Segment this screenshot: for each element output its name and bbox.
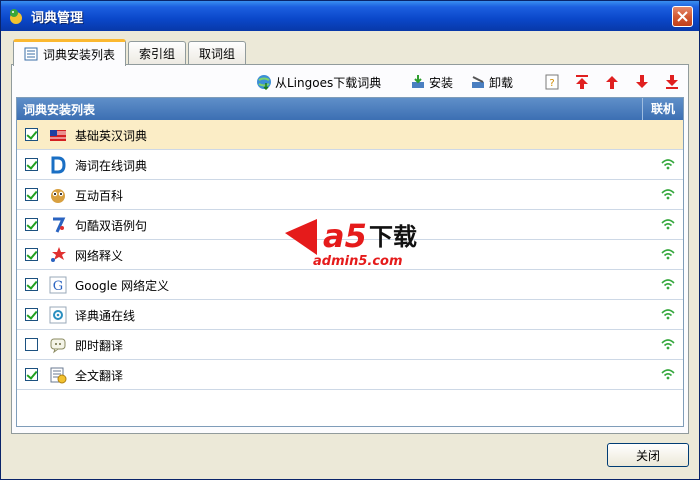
google-g-icon: G — [49, 276, 67, 294]
column-header-online[interactable]: 联机 — [641, 98, 675, 120]
list-item[interactable]: 全文翻译 — [17, 360, 683, 390]
online-icon — [661, 369, 675, 380]
list-item[interactable]: 基础英汉词典 — [17, 120, 683, 150]
dictionary-name: Google 网络定义 — [75, 279, 170, 293]
list-header: 词典安装列表 联机 — [17, 98, 683, 120]
title-bar[interactable]: 词典管理 — [1, 1, 699, 31]
chat-icon — [50, 338, 66, 354]
install-button[interactable]: 安装 — [410, 71, 453, 93]
online-icon — [661, 339, 675, 350]
dictionary-name: 网络释义 — [75, 249, 124, 263]
watermark-brand: a5 — [323, 217, 367, 255]
list-item[interactable]: 译典通在线 — [17, 300, 683, 330]
enable-checkbox[interactable] — [25, 128, 38, 141]
owl-icon — [51, 189, 65, 203]
admin5-watermark-logo: a5 下载 admin5.com — [285, 217, 417, 269]
list-item[interactable]: 即时翻译 — [17, 330, 683, 360]
online-icon — [661, 159, 675, 170]
online-icon — [661, 279, 675, 290]
window-title: 词典管理 — [31, 10, 84, 26]
tab-label: 取词组 — [199, 47, 236, 61]
uninstall-icon — [472, 76, 484, 88]
enable-checkbox[interactable] — [25, 278, 38, 291]
svg-text:?: ? — [549, 78, 554, 89]
list-item[interactable]: 海词在线词典 — [17, 150, 683, 180]
dictionary-name: 即时翻译 — [75, 339, 124, 353]
dr-eye-icon — [49, 306, 67, 324]
watermark-site: admin5.com — [313, 254, 403, 269]
move-up-icon[interactable] — [604, 74, 620, 90]
move-bottom-icon[interactable] — [664, 74, 680, 90]
install-label: 安装 — [429, 75, 454, 90]
doc-translate-icon — [50, 367, 67, 384]
help-icon[interactable]: ? — [544, 74, 560, 90]
flag-icon — [50, 130, 66, 141]
download-label: 从Lingoes下载词典 — [275, 75, 382, 90]
enable-checkbox[interactable] — [25, 248, 38, 261]
globe-download-icon — [257, 75, 271, 90]
enable-checkbox[interactable] — [25, 368, 38, 381]
uninstall-button[interactable]: 卸载 — [470, 71, 513, 93]
tab-strip: 词典安装列表 索引组 取词组 — [13, 39, 248, 66]
online-icon — [661, 189, 675, 200]
online-icon — [661, 309, 675, 320]
window-close-button[interactable] — [672, 6, 693, 27]
close-icon — [677, 11, 688, 22]
install-icon — [412, 75, 424, 88]
list-icon — [24, 47, 38, 61]
dictionary-name: 句酷双语例句 — [75, 219, 148, 233]
online-icon — [661, 219, 675, 230]
list-item[interactable]: 互动百科 — [17, 180, 683, 210]
watermark-text: 下载 — [369, 223, 417, 251]
column-header-name[interactable]: 词典安装列表 — [23, 101, 95, 118]
list-item[interactable]: G Google 网络定义 — [17, 270, 683, 300]
online-icon — [661, 249, 675, 260]
dictionary-name: 基础英汉词典 — [75, 129, 148, 143]
tab-label: 索引组 — [139, 47, 176, 61]
enable-checkbox[interactable] — [25, 188, 38, 201]
dictionary-name: 海词在线词典 — [75, 159, 148, 173]
toolbar: 从Lingoes下载词典 安装 卸载 ? — [12, 71, 688, 93]
lingoes-app-icon — [10, 9, 22, 24]
enable-checkbox[interactable] — [25, 338, 38, 351]
dictionary-name: 译典通在线 — [75, 309, 136, 323]
move-top-icon[interactable] — [574, 74, 590, 90]
enable-checkbox[interactable] — [25, 158, 38, 171]
download-dictionary-button[interactable]: 从Lingoes下载词典 — [256, 71, 381, 93]
tab-install-list[interactable]: 词典安装列表 — [13, 39, 127, 66]
jukuu-icon — [53, 217, 66, 233]
tab-label: 词典安装列表 — [43, 47, 116, 62]
tab-capture-group[interactable]: 取词组 — [188, 41, 247, 65]
enable-checkbox[interactable] — [25, 308, 38, 321]
stars-icon — [51, 247, 66, 262]
close-dialog-button[interactable]: 关闭 — [607, 443, 689, 467]
dictionary-manager-window: 词典管理 词典安装列表 索引组 取词组 从Lingoes下载词典 安装 卸载 ?… — [0, 0, 700, 480]
enable-checkbox[interactable] — [25, 218, 38, 231]
move-down-icon[interactable] — [634, 74, 650, 90]
uninstall-label: 卸载 — [489, 75, 514, 90]
svg-text:G: G — [53, 279, 63, 294]
dictionary-name: 全文翻译 — [75, 369, 124, 383]
tab-index-group[interactable]: 索引组 — [128, 41, 187, 65]
dict-d-icon — [51, 156, 66, 174]
dictionary-name: 互动百科 — [75, 189, 124, 203]
